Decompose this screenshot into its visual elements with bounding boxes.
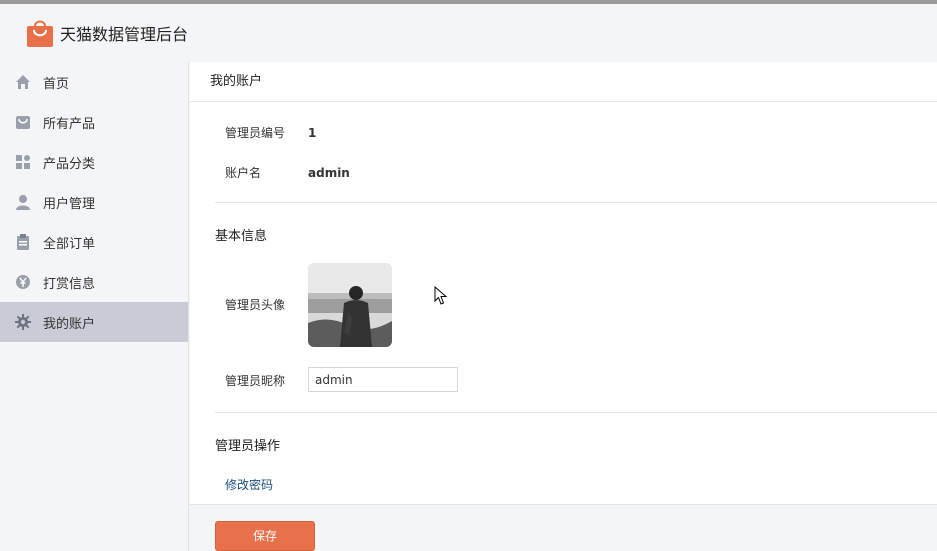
- admin-id-label: 管理员编号: [225, 126, 286, 140]
- avatar-label: 管理员头像: [225, 298, 286, 312]
- category-grid-icon: [15, 154, 31, 170]
- sidebar-item-label: 我的账户: [43, 316, 96, 332]
- change-password-link[interactable]: 修改密码: [225, 476, 273, 493]
- nickname-row: 管理员昵称: [225, 372, 308, 389]
- divider: [215, 202, 937, 203]
- page-title: 我的账户: [190, 62, 937, 102]
- operations-title: 管理员操作: [215, 439, 281, 454]
- account-panel: 我的账户 管理员编号 1 账户名 admin 基本信息 管理员头像 管理员昵称 …: [190, 62, 937, 504]
- sidebar-item-label: 产品分类: [43, 156, 96, 172]
- sidebar-nav: 首页 所有产品 产品分类 用户管理 全部订单 打赏信息 我的账户: [0, 62, 189, 551]
- avatar[interactable]: [308, 263, 392, 347]
- sidebar-item-home[interactable]: 首页: [0, 62, 188, 102]
- sidebar-item-label: 打赏信息: [43, 276, 96, 292]
- save-button[interactable]: 保存: [215, 521, 315, 551]
- sidebar-item-label: 所有产品: [43, 116, 96, 132]
- account-name-row: 账户名 admin: [225, 164, 350, 181]
- sidebar-item-products[interactable]: 所有产品: [0, 102, 188, 142]
- clipboard-icon: [15, 234, 31, 250]
- app-header: 天猫数据管理后台: [0, 4, 937, 62]
- bag-icon: [15, 114, 31, 130]
- account-name-value: admin: [308, 165, 350, 180]
- divider: [215, 412, 937, 413]
- sidebar-item-label: 首页: [43, 76, 70, 92]
- sidebar-item-categories[interactable]: 产品分类: [0, 142, 188, 182]
- admin-id-row: 管理员编号 1: [225, 124, 316, 141]
- app-title: 天猫数据管理后台: [60, 25, 189, 44]
- gear-icon: [15, 314, 31, 330]
- nickname-input[interactable]: [308, 367, 458, 392]
- admin-id-value: 1: [308, 125, 317, 140]
- sidebar-item-my-account[interactable]: 我的账户: [0, 302, 188, 342]
- avatar-row: 管理员头像: [225, 296, 308, 313]
- user-icon: [15, 194, 31, 210]
- shopping-bag-icon: [26, 19, 54, 47]
- sidebar-item-orders[interactable]: 全部订单: [0, 222, 188, 262]
- yen-coin-icon: [15, 274, 31, 290]
- sidebar-item-rewards[interactable]: 打赏信息: [0, 262, 188, 302]
- basic-info-title: 基本信息: [215, 229, 268, 244]
- footer-bar: 保存: [190, 504, 937, 551]
- sidebar-item-label: 用户管理: [43, 196, 96, 212]
- account-name-label: 账户名: [225, 166, 262, 180]
- sidebar-item-users[interactable]: 用户管理: [0, 182, 188, 222]
- sidebar-item-label: 全部订单: [43, 236, 96, 252]
- nickname-label: 管理员昵称: [225, 374, 286, 388]
- home-icon: [15, 74, 31, 90]
- mouse-cursor-icon: [434, 285, 448, 310]
